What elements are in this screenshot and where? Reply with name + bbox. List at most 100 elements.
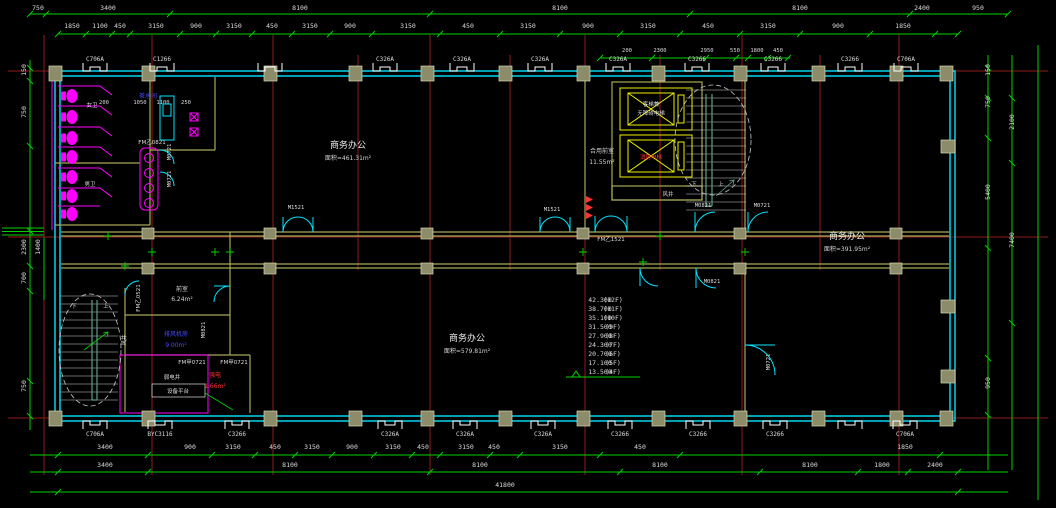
room-name-office-top: 商务办公: [330, 139, 366, 151]
window-tag: C706A: [86, 56, 104, 63]
window-tag: C3266: [228, 431, 246, 438]
window-tags-top: C706A C1266 C326A C326A C326A C326A C326…: [86, 56, 915, 63]
room-name-shared-front: 合用前室: [590, 147, 614, 155]
stair-up-label: 上: [718, 180, 724, 188]
dim-value: 8100: [472, 461, 488, 469]
level-floor: (5F): [605, 359, 621, 367]
weak-electric-shaft-label: 弱电井: [164, 373, 181, 381]
dims-right: 150 750 5400 950 2100 7400: [984, 64, 1016, 389]
dim-value: 3150: [385, 443, 401, 451]
fire-hydrant-symbols: [586, 196, 593, 219]
dim-value: 550: [730, 48, 740, 54]
dim-value: 450: [417, 443, 429, 451]
stair-left: [59, 294, 121, 406]
door-tag: M1521: [544, 207, 561, 213]
wash-basins: [140, 148, 158, 210]
dims-top-row1: 750 3400 8100 8100 8100 2400 950: [32, 4, 984, 12]
dim-value: 450: [114, 22, 126, 30]
level-floor: (10F): [603, 314, 623, 322]
dim-value: 900: [832, 22, 844, 30]
dim-value: 750: [984, 96, 992, 108]
dim-value: 1100: [92, 22, 108, 30]
tea-room-label: 茶水间: [139, 92, 157, 100]
dim-value: 150: [984, 64, 992, 76]
level-floor: (8F): [605, 332, 621, 340]
window-tag: C3266: [688, 56, 706, 63]
level-floor: (11F): [603, 305, 623, 313]
dims-bottom-row1: 3400 900 3150 450 3150 900 3150 450 3150…: [97, 443, 913, 451]
platform-label: 设备平台: [167, 387, 190, 395]
dims-top-local: 200 2300 2950 550 1800 450: [622, 48, 783, 54]
platform-leader-line: [205, 393, 233, 410]
stair-up-label: 上: [103, 302, 109, 310]
fire-door-tag: FM甲0721: [220, 359, 247, 366]
dim-value: 3400: [97, 461, 113, 469]
dim-value: 450: [488, 443, 500, 451]
dim-value: 900: [346, 443, 358, 451]
dim-value: 8100: [802, 461, 818, 469]
cad-floor-plan-canvas: 750 3400 8100 8100 8100 2400 950 1850 11…: [0, 0, 1056, 508]
passenger-elevator-label-line2: 无障碍电梯: [637, 109, 665, 117]
window-tag: C706A: [896, 431, 914, 438]
dim-value: 750: [32, 4, 44, 12]
level-floor: (12F): [603, 296, 623, 304]
room-name-office-bottom: 商务办公: [449, 332, 485, 344]
dim-value: 450: [266, 22, 278, 30]
window-tag: C3266: [611, 431, 629, 438]
window-tag: C326A: [381, 431, 399, 438]
dim-value: 3150: [520, 22, 536, 30]
dim-value: 150: [20, 64, 28, 76]
room-area-office-bottom: 面积=579.81m²: [444, 347, 491, 355]
fire-elevator-label: 消防电梯: [640, 153, 663, 161]
dim-value: 3150: [458, 443, 474, 451]
fire-door-tag: FM甲0721: [178, 359, 205, 366]
door-tag: M0721: [754, 203, 771, 209]
door-tag: M0721: [167, 144, 173, 161]
dim-value: 3150: [226, 22, 242, 30]
dim-value: 3400: [100, 4, 116, 12]
dim-value: 5400: [984, 184, 992, 200]
passenger-elevator-label-line1: 客梯兼: [643, 100, 660, 108]
dim-value: 750: [20, 106, 28, 118]
structural-columns: [49, 66, 955, 426]
dim-value: 1850: [897, 443, 913, 451]
dim-value: 200: [99, 100, 109, 106]
dim-value: 1400: [34, 239, 42, 255]
level-floor: (6F): [605, 350, 621, 358]
dim-value: 450: [634, 443, 646, 451]
door-tag: M1521: [288, 205, 305, 211]
window-tag: C326A: [534, 431, 552, 438]
dim-value: 900: [344, 22, 356, 30]
dim-value: 900: [184, 443, 196, 451]
air-shaft-label: 风井: [662, 190, 674, 198]
door-tag: M0721: [167, 171, 173, 188]
level-elevation-table: 42.300 (12F) 38.700 (11F) 35.100 (10F) 3…: [588, 296, 623, 376]
dim-value: 7400: [1008, 232, 1016, 248]
dim-value: 450: [773, 48, 783, 54]
dim-total-length: 41800: [495, 481, 515, 489]
dim-value: 900: [190, 22, 202, 30]
dim-value: 200: [622, 48, 632, 54]
window-tag: C326A: [609, 56, 627, 63]
dim-value: 3150: [302, 22, 318, 30]
dim-value: 2950: [700, 48, 713, 54]
door-tag: M0821: [695, 203, 712, 209]
window-tag: C326A: [453, 56, 471, 63]
window-tag: C3266: [689, 431, 707, 438]
room-area-strong-electric: 1.66m²: [204, 383, 226, 390]
dim-value: 950: [984, 377, 992, 389]
dim-value: 1850: [895, 22, 911, 30]
window-tag: C326A: [456, 431, 474, 438]
toilet-fixtures: [61, 89, 78, 221]
window-tag: C326A: [376, 56, 394, 63]
window-tag: C706A: [897, 56, 915, 63]
dim-value: 3150: [304, 443, 320, 451]
dim-value: 250: [181, 100, 191, 106]
window-tag: C1266: [153, 56, 171, 63]
dim-value: 700: [20, 272, 28, 284]
female-toilet-label: 女卫: [86, 101, 98, 109]
stair-down-label: 下: [691, 181, 697, 188]
dimension-lines: [2, 14, 1038, 500]
dim-value: 1850: [64, 22, 80, 30]
dim-value: 2300: [653, 48, 666, 54]
